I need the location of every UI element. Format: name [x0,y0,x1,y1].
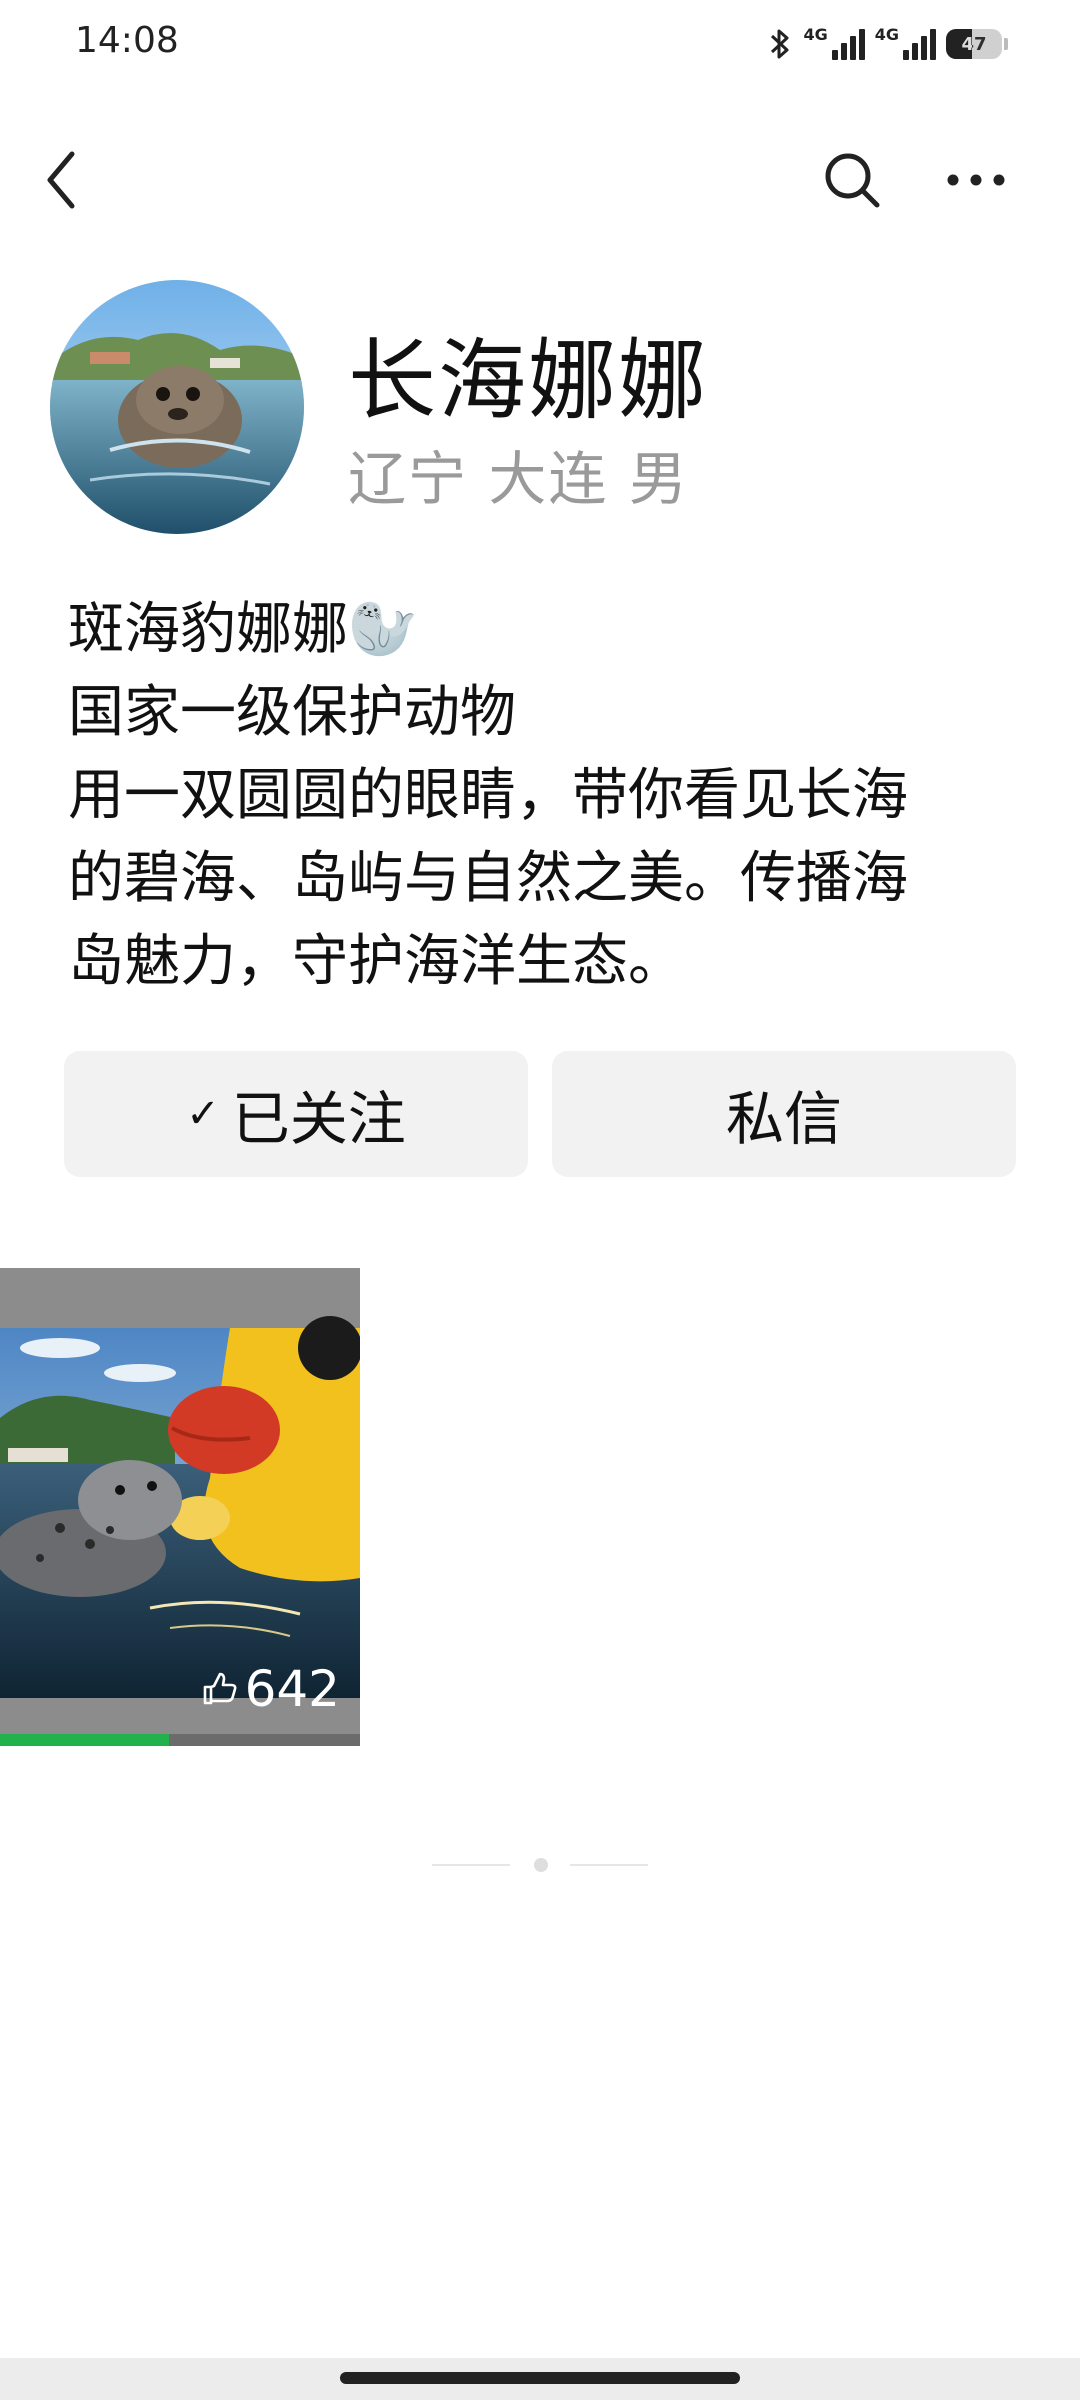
home-indicator[interactable] [340,2372,740,2384]
end-indicator-line-right [570,1864,648,1866]
battery-level: 47 [961,33,987,55]
bio-line: 国家一级保护动物 [68,680,516,745]
signal-icon-2 [903,28,936,60]
end-indicator-line-left [432,1864,510,1866]
chevron-left-icon [47,151,75,209]
network-label-1: 4G [803,24,828,44]
signal-icon-1 [831,28,865,60]
battery-tip [1004,38,1008,50]
search-button[interactable] [812,140,892,220]
more-button[interactable] [936,140,1016,220]
likes-count: 642 [244,1660,340,1718]
end-indicator-dot [534,1858,548,1872]
bio-line: 斑海豹娜娜🦭 [68,597,418,662]
more-horizontal-icon [947,174,1005,186]
network-label-2: 4G [874,24,899,44]
thumbs-up-icon [203,1672,237,1705]
following-button[interactable]: ✓ 已关注 [64,1051,528,1177]
message-label: 私信 [725,1085,842,1153]
message-button[interactable]: 私信 [552,1051,1016,1177]
post-progress-fill [0,1734,170,1746]
profile-name: 长海娜娜 [348,329,709,432]
bio-line: 的碧海、岛屿与自然之美。传播海 [68,846,908,911]
battery-icon: 47 [946,29,1002,59]
back-button[interactable] [22,140,102,220]
bio-line: 用一双圆圆的眼睛，带你看见长海 [68,763,908,828]
bio-line: 岛魅力，守护海洋生态。 [68,929,684,994]
check-icon: ✓ [186,1091,220,1137]
video-post-tile[interactable]: 642 [0,1268,360,1746]
profile-meta: 辽宁 大连 男 [348,445,689,513]
bluetooth-icon [771,29,789,59]
avatar[interactable] [50,280,304,534]
search-icon [825,153,880,208]
following-label: 已关注 [231,1085,406,1153]
profile-bio: 斑海豹娜娜🦭 国家一级保护动物 用一双圆圆的眼睛，带你看见长海 的碧海、岛屿与自… [68,588,1008,1003]
status-icons: 4G 4G 47 [767,22,1008,66]
status-time: 14:08 [75,20,179,61]
likes-count-overlay: 642 [201,1660,340,1718]
